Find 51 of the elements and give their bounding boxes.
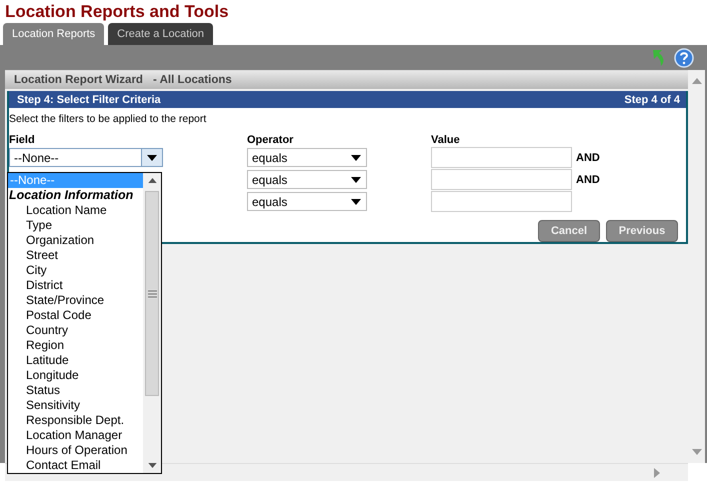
field-option[interactable]: Sensitivity bbox=[8, 398, 143, 413]
caret-icon bbox=[351, 154, 361, 160]
column-heading: Operator bbox=[247, 134, 294, 146]
scroll-right-icon[interactable] bbox=[654, 468, 660, 478]
field-option[interactable]: Latitude bbox=[8, 353, 143, 368]
conjunction-label: AND bbox=[576, 152, 600, 164]
operator-dropdown[interactable]: equals bbox=[247, 170, 367, 189]
caret-icon bbox=[351, 198, 361, 204]
field-option[interactable]: District bbox=[8, 278, 143, 293]
column-heading: Value bbox=[431, 134, 461, 146]
field-option[interactable]: Postal Code bbox=[8, 308, 143, 323]
operator-dropdown[interactable]: equals bbox=[247, 148, 367, 167]
field-option[interactable]: Location Manager bbox=[8, 428, 143, 443]
field-option[interactable]: Longitude bbox=[8, 368, 143, 383]
field-option[interactable]: Status bbox=[8, 383, 143, 398]
value-field[interactable] bbox=[431, 169, 572, 190]
operator-dropdown[interactable]: equals bbox=[247, 192, 367, 211]
tab[interactable]: Location Reports bbox=[3, 23, 104, 45]
field-dropdown[interactable]: --None-- bbox=[9, 148, 163, 167]
help-icon[interactable] bbox=[674, 48, 694, 68]
field-option[interactable]: Hours of Operation bbox=[8, 443, 143, 458]
step-counter: Step 4 of 4 bbox=[624, 94, 680, 106]
caret-icon bbox=[351, 176, 361, 182]
field-option[interactable]: Country bbox=[8, 323, 143, 338]
column-heading: Field bbox=[9, 134, 36, 146]
scroll-thumb[interactable] bbox=[145, 191, 159, 396]
field-option[interactable]: State/Province bbox=[8, 293, 143, 308]
field-option[interactable]: Region bbox=[8, 338, 143, 353]
field-option[interactable]: Responsible Dept. bbox=[8, 413, 143, 428]
scroll-up-icon[interactable] bbox=[148, 178, 156, 183]
field-option[interactable]: Location Information bbox=[8, 188, 143, 203]
instructions: Select the filters to be applied to the report bbox=[9, 112, 208, 125]
back-arrow-icon[interactable] bbox=[652, 48, 666, 66]
field-option[interactable]: City bbox=[8, 263, 143, 278]
dropdown-button[interactable] bbox=[141, 149, 162, 166]
field-option[interactable]: Location Name bbox=[8, 203, 143, 218]
list-scrollbar[interactable] bbox=[143, 173, 161, 473]
value-field[interactable] bbox=[431, 191, 572, 212]
grip-icon bbox=[148, 290, 156, 298]
field-option[interactable]: Contact Email bbox=[8, 458, 143, 473]
wizard-title: Location Report Wizard bbox=[14, 73, 143, 88]
field-option[interactable]: Street bbox=[8, 248, 143, 263]
wizard-subtitle: - All Locations bbox=[152, 73, 232, 88]
step-title: Step 4: Select Filter Criteria bbox=[17, 94, 161, 106]
field-option[interactable]: Type bbox=[8, 218, 143, 233]
field-option[interactable]: Organization bbox=[8, 233, 143, 248]
value-field[interactable] bbox=[431, 147, 572, 168]
conjunction-label: AND bbox=[576, 174, 600, 186]
caret-icon bbox=[147, 154, 157, 160]
tab[interactable]: Create a Location bbox=[108, 23, 214, 45]
page-title: Location Reports and Tools bbox=[4, 1, 230, 23]
